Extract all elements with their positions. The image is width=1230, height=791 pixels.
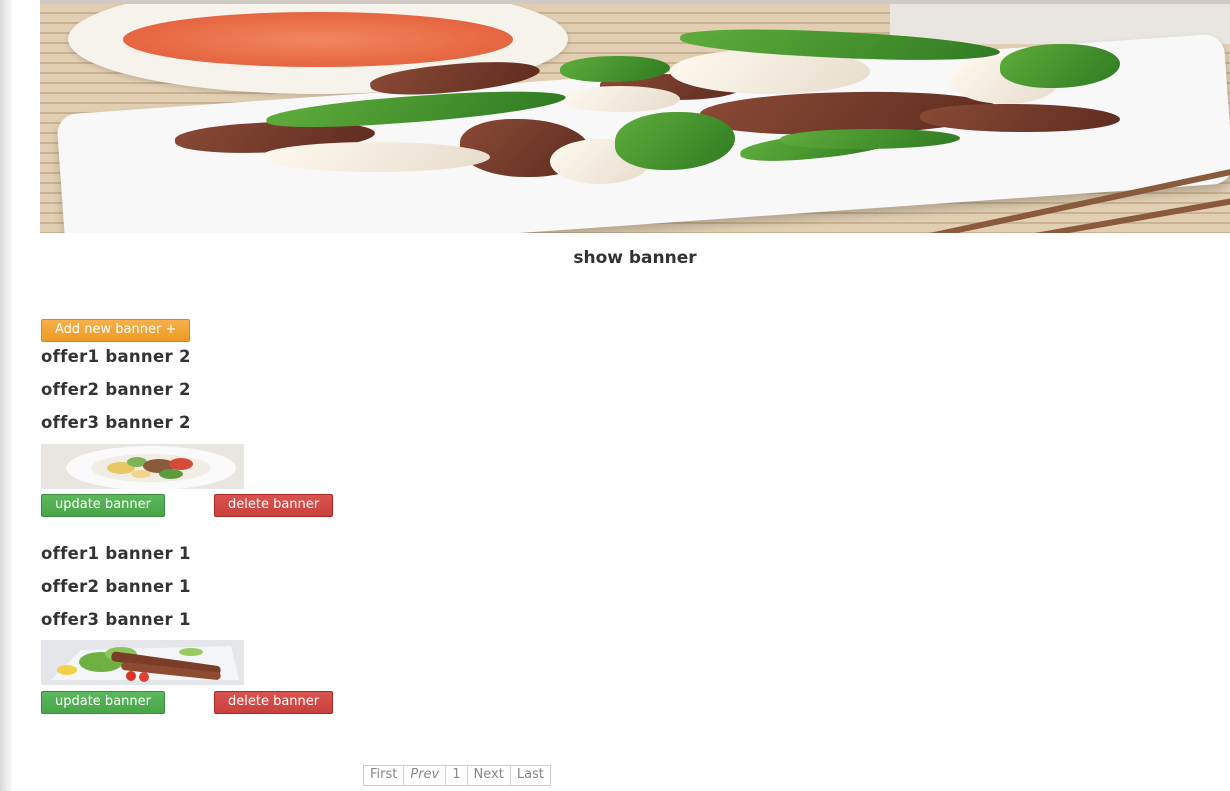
banner-thumbnail (41, 444, 244, 489)
pagination-prev[interactable]: Prev (404, 766, 447, 785)
update-banner-button[interactable]: update banner (41, 691, 165, 714)
update-banner-button[interactable]: update banner (41, 494, 165, 517)
delete-banner-button[interactable]: delete banner (214, 494, 334, 517)
pagination-next[interactable]: Next (468, 766, 511, 785)
add-banner-button[interactable]: Add new banner + (41, 319, 191, 342)
left-margin (12, 0, 40, 791)
offer-title: offer1 banner 1 (41, 544, 191, 563)
pagination-last[interactable]: Last (511, 766, 550, 785)
offer-title: offer3 banner 2 (41, 413, 191, 432)
pagination: First Prev 1 Next Last (363, 765, 551, 786)
offer-title: offer1 banner 2 (41, 347, 191, 366)
delete-banner-button[interactable]: delete banner (214, 691, 334, 714)
offer-title: offer3 banner 1 (41, 610, 191, 629)
offer-title: offer2 banner 2 (41, 380, 191, 399)
hero-banner-image (40, 4, 1230, 233)
left-border (0, 0, 12, 791)
pagination-page[interactable]: 1 (446, 766, 468, 785)
banner-thumbnail (41, 640, 244, 685)
page-title: show banner (573, 248, 697, 268)
pagination-first[interactable]: First (364, 766, 405, 785)
offer-title: offer2 banner 1 (41, 577, 191, 596)
